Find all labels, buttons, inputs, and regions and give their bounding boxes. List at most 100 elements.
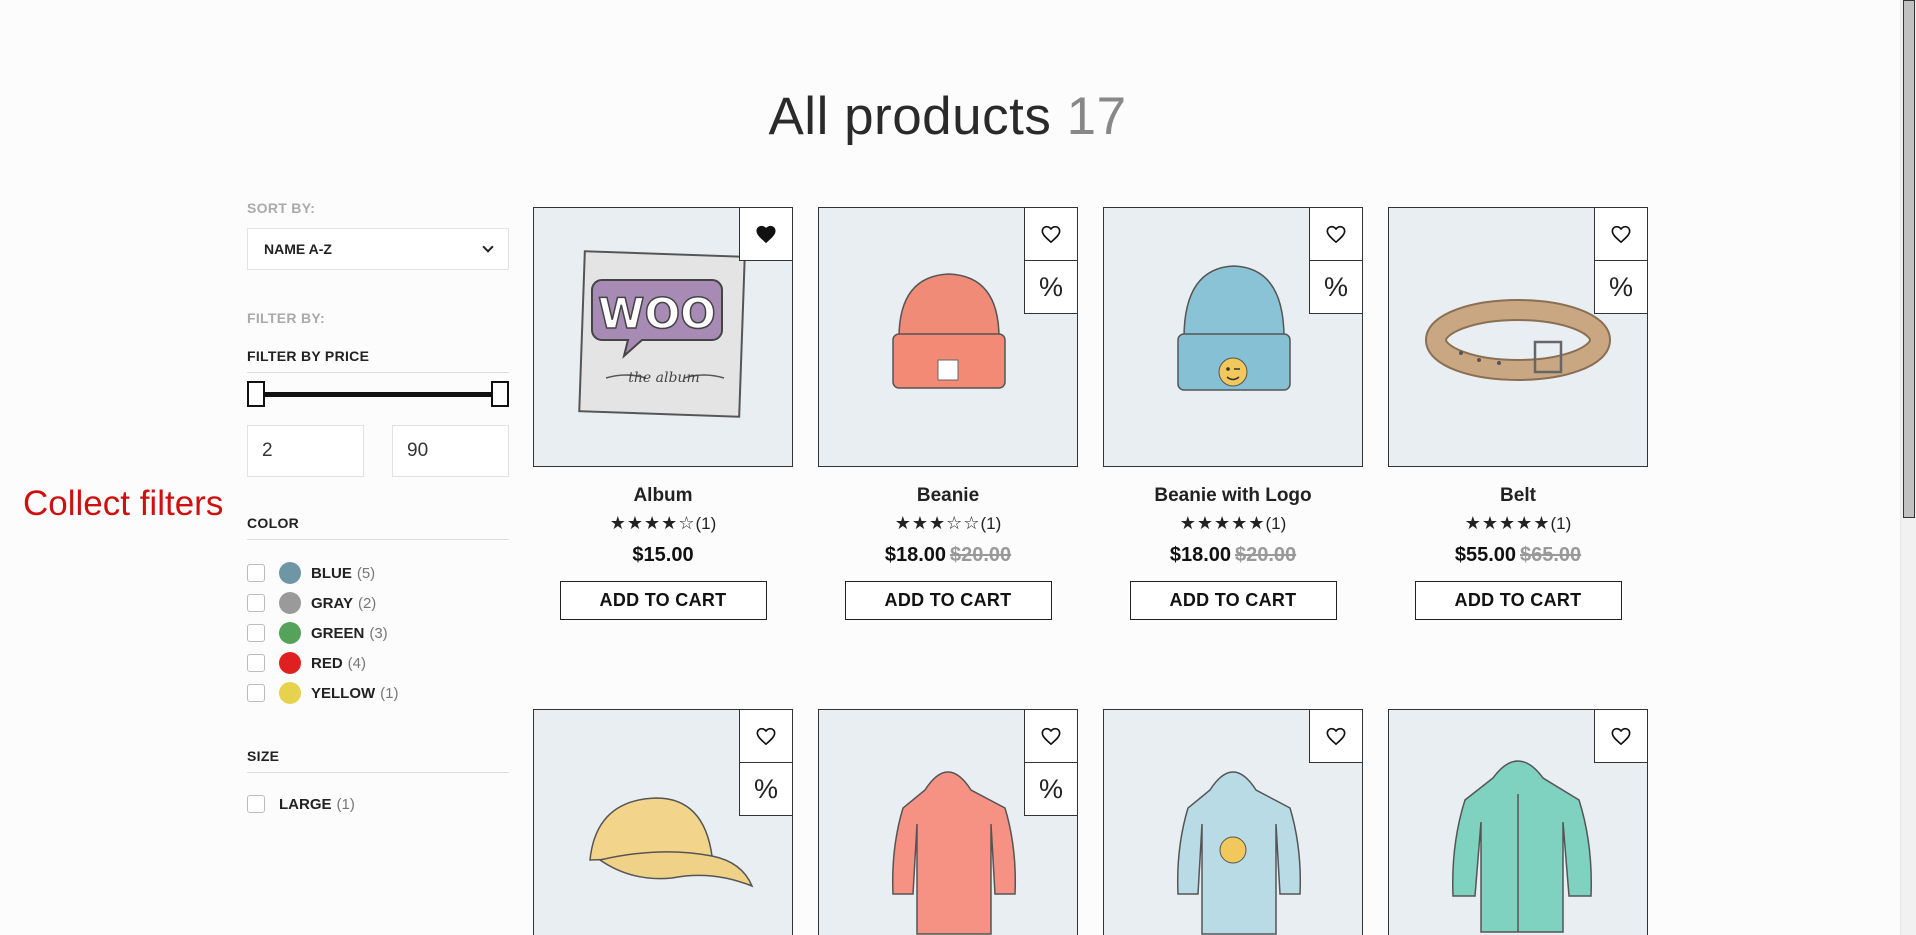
chevron-down-icon: [482, 241, 494, 253]
price-slider-min-handle[interactable]: [247, 381, 265, 407]
product-image[interactable]: WOO the album: [533, 207, 793, 467]
product-image[interactable]: %: [818, 709, 1078, 935]
add-to-cart-button[interactable]: ADD TO CART: [1414, 581, 1622, 620]
old-price: $65.00: [1520, 544, 1582, 566]
price-slider[interactable]: [247, 381, 509, 407]
color-option-yellow[interactable]: YELLOW (1): [247, 678, 509, 708]
checkbox[interactable]: [247, 624, 265, 642]
product-card-beanie: % Beanie ★★★☆☆(1) $18.00 $20.00 ADD TO CA…: [818, 207, 1078, 620]
wishlist-button[interactable]: [1024, 710, 1077, 763]
wishlist-button[interactable]: [1309, 208, 1362, 261]
heart-icon: [1611, 225, 1631, 244]
product-name[interactable]: Beanie: [818, 485, 1078, 507]
product-rating: ★★★☆☆(1): [818, 513, 1078, 534]
heart-filled-icon: [756, 225, 776, 244]
sort-select[interactable]: NAME A-Z: [247, 228, 509, 270]
color-swatch: [279, 562, 301, 584]
product-name[interactable]: Beanie with Logo: [1103, 485, 1363, 507]
checkbox[interactable]: [247, 795, 265, 813]
price-max-input[interactable]: [392, 425, 509, 477]
star-rating: ★★★★☆: [609, 513, 696, 533]
current-price: $15.00: [632, 544, 694, 566]
sort-by-label: SORT BY:: [247, 200, 316, 216]
current-price: $18.00: [1169, 544, 1231, 566]
sale-badge: %: [1024, 762, 1077, 816]
product-image[interactable]: [1388, 709, 1648, 935]
color-swatch: [279, 622, 301, 644]
size-option-large[interactable]: LARGE (1): [247, 789, 509, 819]
product-image[interactable]: %: [533, 709, 793, 935]
heart-icon: [1611, 727, 1631, 746]
heart-icon: [1326, 225, 1346, 244]
rating-count: (1): [980, 514, 1002, 533]
wishlist-button[interactable]: [1594, 710, 1647, 763]
old-price: $20.00: [1235, 544, 1297, 566]
color-swatch: [279, 592, 301, 614]
product-card-beanie-with-logo: % Beanie with Logo ★★★★★(1) $18.00 $20.00…: [1103, 207, 1363, 620]
old-price: $20.00: [950, 544, 1012, 566]
product-count: 17: [1066, 87, 1127, 146]
wishlist-button[interactable]: [1594, 208, 1647, 261]
star-rating: ★★★☆☆: [894, 513, 981, 533]
product-image[interactable]: %: [1103, 207, 1363, 467]
wishlist-button[interactable]: [1309, 710, 1362, 763]
product-price: $15.00: [533, 544, 793, 567]
wishlist-button[interactable]: [739, 208, 792, 261]
color-swatch: [279, 682, 301, 704]
size-count: (1): [336, 795, 355, 813]
heart-icon: [1041, 727, 1061, 746]
product-card-belt: % Belt ★★★★★(1) $55.00 $65.00 ADD TO CART: [1388, 207, 1648, 620]
color-option-gray[interactable]: GRAY (2): [247, 588, 509, 618]
product-price: $55.00 $65.00: [1388, 544, 1648, 567]
product-card-cap: %: [533, 709, 793, 935]
heart-icon: [1041, 225, 1061, 244]
color-option-green[interactable]: GREEN (3): [247, 618, 509, 648]
checkbox[interactable]: [247, 594, 265, 612]
add-to-cart-button[interactable]: ADD TO CART: [1129, 581, 1337, 620]
color-name: GRAY: [311, 594, 353, 612]
checkbox[interactable]: [247, 564, 265, 582]
add-to-cart-button[interactable]: ADD TO CART: [844, 581, 1052, 620]
color-name: RED: [311, 654, 343, 672]
filter-by-label: FILTER BY:: [247, 310, 325, 326]
product-price: $18.00 $20.00: [818, 544, 1078, 567]
current-price: $55.00: [1454, 544, 1516, 566]
svg-text:WOO: WOO: [598, 289, 716, 338]
price-min-input[interactable]: [247, 425, 364, 477]
product-name[interactable]: Belt: [1388, 485, 1648, 507]
product-image[interactable]: %: [818, 207, 1078, 467]
percent-icon: %: [753, 773, 778, 804]
wishlist-button[interactable]: [1024, 208, 1077, 261]
price-slider-max-handle[interactable]: [491, 381, 509, 407]
price-filter-title: FILTER BY PRICE: [247, 348, 509, 373]
product-rating: ★★★★★(1): [1103, 513, 1363, 534]
star-rating: ★★★★★: [1179, 513, 1266, 533]
annotation-label: Collect filters: [23, 484, 224, 523]
product-name[interactable]: Album: [533, 485, 793, 507]
checkbox[interactable]: [247, 654, 265, 672]
filter-sidebar: SORT BY: NAME A-Z FILTER BY: FILTER BY P…: [247, 200, 509, 819]
percent-icon: %: [1038, 773, 1063, 804]
color-option-blue[interactable]: BLUE (5): [247, 558, 509, 588]
percent-icon: %: [1038, 271, 1063, 302]
scrollbar-thumb[interactable]: [1903, 0, 1915, 518]
product-image[interactable]: [1103, 709, 1363, 935]
heart-icon: [1326, 727, 1346, 746]
product-image[interactable]: %: [1388, 207, 1648, 467]
size-filter-list: LARGE (1): [247, 789, 509, 819]
star-rating: ★★★★★: [1464, 513, 1551, 533]
page-title-text: All products: [768, 87, 1052, 146]
sale-badge: %: [1024, 260, 1077, 314]
page-scrollbar[interactable]: [1900, 0, 1916, 935]
page-title: All products 17: [0, 86, 1895, 147]
color-name: YELLOW: [311, 684, 376, 702]
add-to-cart-button[interactable]: ADD TO CART: [559, 581, 767, 620]
current-price: $18.00: [884, 544, 946, 566]
wishlist-button[interactable]: [739, 710, 792, 763]
color-name: BLUE: [311, 564, 352, 582]
color-count: (5): [356, 564, 376, 582]
color-option-red[interactable]: RED (4): [247, 648, 509, 678]
heart-icon: [756, 727, 776, 746]
sale-badge: %: [1594, 260, 1647, 314]
checkbox[interactable]: [247, 684, 265, 702]
